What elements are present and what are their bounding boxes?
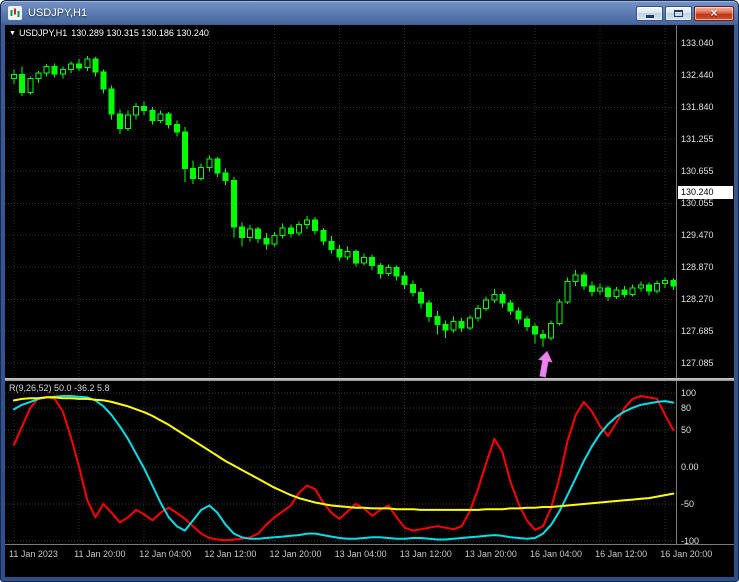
price-axis-label: 128.270	[681, 294, 714, 305]
close-button[interactable]: ×	[694, 5, 734, 21]
chart-client-area: ▼ USDJPY,H1 130.289 130.315 130.186 130.24…	[5, 25, 734, 577]
time-axis-label: 13 Jan 20:00	[464, 549, 517, 559]
price-axis[interactable]: 130.240 133.040 132.440 131.840 131.255 130.…	[677, 25, 734, 378]
time-axis-label: 13 Jan 12:00	[399, 549, 452, 559]
indicator-line-yellow	[13, 396, 675, 511]
price-axis-label: 133.040	[681, 38, 714, 48]
indicator-axis-label: 50	[681, 425, 692, 435]
time-axis-label: 12 Jan 12:00	[204, 549, 257, 559]
time-axis-label: 16 Jan 04:00	[529, 549, 582, 559]
indicator-grid	[5, 381, 676, 544]
indicator-label: R(9,26,52) 50.0 -36.2 5.8	[9, 383, 110, 393]
indicator-axis-label: -50	[681, 499, 695, 509]
titlebar[interactable]: USDJPY,H1 ×	[5, 1, 734, 25]
indicator-axis-label: 80	[681, 402, 692, 413]
current-price-box: 130.240	[678, 186, 733, 200]
time-axis[interactable]: 11 Jan 2023 11 Jan 20:00 12 Jan 04:00 12 Ja…	[5, 545, 734, 577]
time-axis-label: 11 Jan 20:00	[74, 549, 126, 559]
app-icon[interactable]	[8, 6, 22, 20]
time-axis-label: 12 Jan 04:00	[139, 549, 192, 559]
price-axis-label: 129.470	[681, 229, 714, 240]
time-axis-label: 11 Jan 2023	[9, 549, 58, 559]
quote-symbol: USDJPY,H1	[18, 28, 68, 38]
indicator-axis-label: 100	[681, 388, 697, 398]
time-axis-label: 16 Jan 12:00	[595, 549, 648, 559]
close-icon: ×	[710, 5, 718, 20]
main-chart[interactable]: ▼ USDJPY,H1 130.289 130.315 130.186 130.24…	[5, 25, 676, 378]
up-arrow-object[interactable]	[536, 350, 554, 378]
indicator-axis-label: 0.00	[681, 462, 699, 472]
quote-ohlc: 130.289 130.315 130.186 130.240	[71, 28, 209, 38]
price-axis-label: 131.840	[681, 102, 714, 113]
dropdown-triangle-icon[interactable]: ▼	[9, 30, 16, 37]
minimize-icon	[645, 14, 654, 18]
price-axis-label: 132.440	[681, 70, 714, 81]
maximize-button[interactable]	[665, 5, 692, 21]
window-controls: ×	[636, 5, 734, 21]
price-axis-label: 127.085	[681, 358, 714, 368]
price-axis-label: 128.870	[681, 262, 714, 273]
time-axis-label: 16 Jan 20:00	[660, 549, 713, 559]
time-axis-label: 12 Jan 20:00	[269, 549, 322, 559]
price-axis-label: 131.255	[681, 133, 714, 144]
indicator-panel[interactable]: R(9,26,52) 50.0 -36.2 5.8	[5, 381, 676, 544]
price-axis-label: 127.685	[681, 325, 714, 336]
minimize-button[interactable]	[636, 5, 663, 21]
candlesticks	[11, 55, 676, 348]
restore-icon	[674, 9, 683, 17]
mt4-window: USDJPY,H1 × ▼ USDJPY,H1 130.289 130.315 13…	[0, 0, 739, 582]
indicator-axis[interactable]: 100 80 50 0.00 -50 -100	[677, 381, 734, 544]
price-axis-label: 130.655	[681, 166, 714, 177]
window-title: USDJPY,H1	[28, 7, 88, 19]
indicator-axis-label: -100	[681, 536, 700, 544]
time-axis-label: 13 Jan 04:00	[334, 549, 387, 559]
quote-bar: ▼ USDJPY,H1 130.289 130.315 130.186 130.24…	[9, 28, 213, 38]
price-axis-label: 130.055	[681, 198, 714, 209]
